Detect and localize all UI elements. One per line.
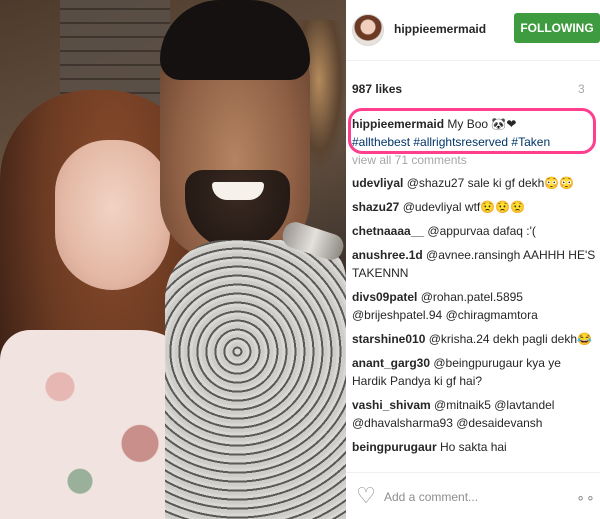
comment-text: @appurvaa dafaq :'( <box>424 224 536 238</box>
heart-outline-icon[interactable]: ♡ <box>352 482 380 510</box>
comment-item: divs09patel @rohan.patel.5895 @brijeshpa… <box>352 288 596 324</box>
add-comment-bar: ♡ ∘∘ <box>346 478 600 519</box>
post-photo[interactable] <box>0 0 346 519</box>
likes-count[interactable]: 987 likes <box>352 82 402 96</box>
comment-text: @udevliyal wtf😟😟😟 <box>399 200 526 214</box>
post-caption: hippieemermaid My Boo 🐼❤ #allthebest #al… <box>352 115 590 151</box>
comment-item: anushree.1d @avnee.ransingh AAHHH HE'S T… <box>352 246 596 282</box>
photo-man-smile <box>212 182 264 200</box>
comment-text: @krisha.24 dekh pagli dekh😂 <box>425 332 592 346</box>
caption-username[interactable]: hippieemermaid <box>352 117 444 131</box>
comments-panel: hippieemermaid FOLLOWING 987 likes 3 hip… <box>346 0 600 519</box>
caption-hashtags[interactable]: #allthebest #allrightsreserved #Taken <box>352 135 550 149</box>
header-divider <box>346 60 600 61</box>
photo-woman-face <box>55 140 170 290</box>
comment-username[interactable]: anant_garg30 <box>352 356 430 370</box>
add-comment-input[interactable] <box>384 484 564 510</box>
following-button[interactable]: FOLLOWING <box>514 13 600 43</box>
post-header: hippieemermaid FOLLOWING <box>346 0 600 60</box>
view-all-comments-link[interactable]: view all 71 comments <box>352 153 467 167</box>
comment-username[interactable]: chetnaaaa__ <box>352 224 424 238</box>
comment-item: udevliyal @shazu27 sale ki gf dekh😳😳 <box>352 174 596 192</box>
caption-heart-emoji: ❤ <box>506 117 517 131</box>
comment-text: Ho sakta hai <box>436 440 507 454</box>
photo-man-printed-shirt <box>165 240 346 519</box>
comment-text: @shazu27 sale ki gf dekh😳😳 <box>403 176 575 190</box>
comment-item: chetnaaaa__ @appurvaa dafaq :'( <box>352 222 596 240</box>
comment-username[interactable]: anushree.1d <box>352 248 423 262</box>
comment-username[interactable]: starshine010 <box>352 332 425 346</box>
comment-item: vashi_shivam @mitnaik5 @lavtandel @dhava… <box>352 396 596 432</box>
comment-item: shazu27 @udevliyal wtf😟😟😟 <box>352 198 596 216</box>
comment-item: starshine010 @krisha.24 dekh pagli dekh😂 <box>352 330 596 348</box>
avatar[interactable] <box>352 14 384 46</box>
comment-username[interactable]: udevliyal <box>352 176 403 190</box>
comment-username[interactable]: divs09patel <box>352 290 417 304</box>
photo-man-hair <box>160 0 310 80</box>
comment-list: udevliyal @shazu27 sale ki gf dekh😳😳 sha… <box>352 174 596 462</box>
header-username[interactable]: hippieemermaid <box>394 22 486 36</box>
comment-username[interactable]: shazu27 <box>352 200 399 214</box>
post-time: 3 <box>578 82 585 96</box>
comment-item: anant_garg30 @beingpurugaur kya ye Hardi… <box>352 354 596 390</box>
caption-text: My Boo 🐼 <box>444 117 507 131</box>
footer-divider <box>346 472 600 473</box>
comment-username[interactable]: beingpurugaur <box>352 440 437 454</box>
more-options-icon[interactable]: ∘∘ <box>574 484 598 510</box>
comment-username[interactable]: vashi_shivam <box>352 398 431 412</box>
comment-item: beingpurugaur Ho sakta hai <box>352 438 596 456</box>
